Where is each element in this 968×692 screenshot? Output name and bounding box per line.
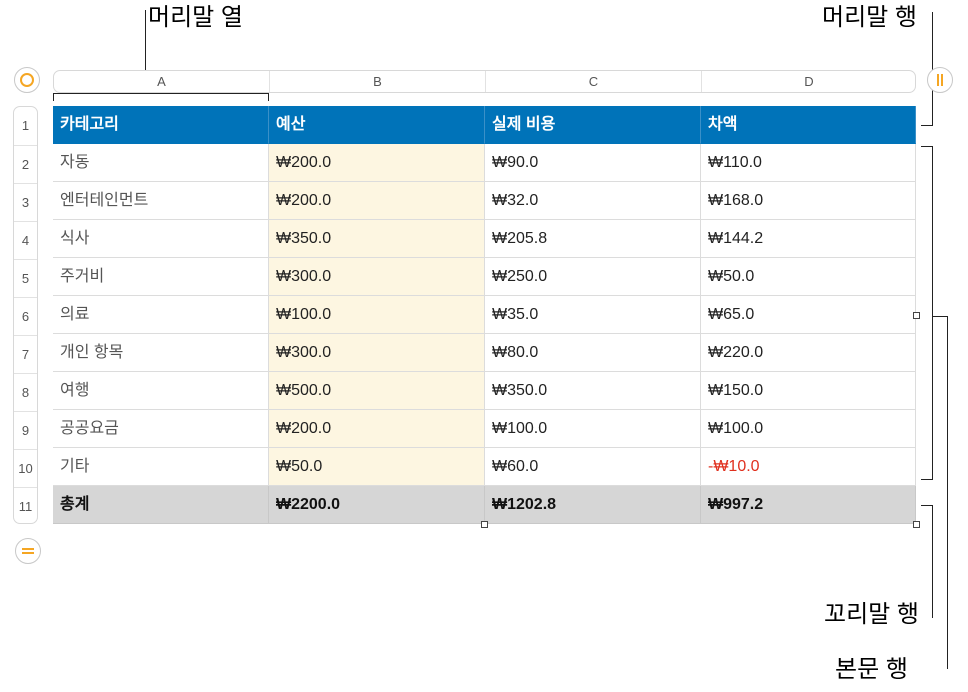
column-letter-b[interactable]: B — [269, 71, 485, 92]
row-number[interactable]: 10 — [14, 449, 37, 487]
budget-cell[interactable]: ₩300.0 — [269, 334, 485, 372]
difference-cell[interactable]: ₩100.0 — [701, 410, 916, 448]
bracket-body-bottom-tick — [921, 479, 933, 480]
footer-cell[interactable]: ₩1202.8 — [485, 486, 701, 524]
category-cell[interactable]: 식사 — [53, 220, 269, 258]
resize-handle-right[interactable] — [913, 312, 920, 319]
callout-footer-row: 꼬리말 행 — [824, 601, 919, 628]
callout-header-row: 머리말 행 — [822, 4, 917, 31]
column-header-bar: A B C D — [53, 70, 916, 93]
header-cell[interactable]: 실제 비용 — [485, 106, 701, 144]
actual-cell[interactable]: ₩80.0 — [485, 334, 701, 372]
budget-cell[interactable]: ₩300.0 — [269, 258, 485, 296]
bracket-body-rows — [932, 146, 933, 480]
budget-cell[interactable]: ₩200.0 — [269, 182, 485, 220]
bracket-tick-right — [268, 93, 269, 101]
header-cell[interactable]: 카테고리 — [53, 106, 269, 144]
category-cell[interactable]: 의료 — [53, 296, 269, 334]
row-number[interactable]: 5 — [14, 259, 37, 297]
difference-cell-negative[interactable]: -₩10.0 — [701, 448, 916, 486]
budget-cell[interactable]: ₩200.0 — [269, 410, 485, 448]
footer-cell[interactable]: ₩2200.0 — [269, 486, 485, 524]
add-row-icon — [22, 548, 34, 554]
actual-cell[interactable]: ₩90.0 — [485, 144, 701, 182]
row-number[interactable]: 11 — [14, 487, 37, 524]
header-cell[interactable]: 차액 — [701, 106, 916, 144]
row-number[interactable]: 2 — [14, 145, 37, 183]
footer-row: 총계 ₩2200.0 ₩1202.8 ₩997.2 — [53, 486, 916, 524]
table-row: 의료 ₩100.0 ₩35.0 ₩65.0 — [53, 296, 916, 334]
difference-cell[interactable]: ₩220.0 — [701, 334, 916, 372]
select-table-icon — [20, 73, 34, 87]
category-cell[interactable]: 주거비 — [53, 258, 269, 296]
budget-cell[interactable]: ₩350.0 — [269, 220, 485, 258]
difference-cell[interactable]: ₩50.0 — [701, 258, 916, 296]
category-cell[interactable]: 공공요금 — [53, 410, 269, 448]
table-row: 엔터테인먼트 ₩200.0 ₩32.0 ₩168.0 — [53, 182, 916, 220]
bracket-tick-left — [53, 93, 54, 101]
footer-cell[interactable]: ₩997.2 — [701, 486, 916, 524]
budget-cell[interactable]: ₩200.0 — [269, 144, 485, 182]
bracket-header-row-tick — [921, 125, 933, 126]
actual-cell[interactable]: ₩60.0 — [485, 448, 701, 486]
bracket-body-top-tick — [921, 146, 933, 147]
footer-cell[interactable]: 총계 — [53, 486, 269, 524]
header-cell[interactable]: 예산 — [269, 106, 485, 144]
difference-cell[interactable]: ₩65.0 — [701, 296, 916, 334]
leader-line-footer-row — [932, 505, 933, 618]
difference-cell[interactable]: ₩144.2 — [701, 220, 916, 258]
difference-cell[interactable]: ₩150.0 — [701, 372, 916, 410]
actual-cell[interactable]: ₩32.0 — [485, 182, 701, 220]
row-number[interactable]: 1 — [14, 107, 37, 145]
row-number[interactable]: 6 — [14, 297, 37, 335]
column-letter-c[interactable]: C — [485, 71, 701, 92]
table-row: 자동 ₩200.0 ₩90.0 ₩110.0 — [53, 144, 916, 182]
category-cell[interactable]: 여행 — [53, 372, 269, 410]
actual-cell[interactable]: ₩100.0 — [485, 410, 701, 448]
add-row-button[interactable] — [15, 538, 41, 564]
table-row: 공공요금 ₩200.0 ₩100.0 ₩100.0 — [53, 410, 916, 448]
bracket-header-column — [53, 93, 269, 94]
header-row: 카테고리 예산 실제 비용 차액 — [53, 106, 916, 144]
category-cell[interactable]: 자동 — [53, 144, 269, 182]
actual-cell[interactable]: ₩205.8 — [485, 220, 701, 258]
budget-cell[interactable]: ₩50.0 — [269, 448, 485, 486]
budget-cell[interactable]: ₩500.0 — [269, 372, 485, 410]
row-number[interactable]: 4 — [14, 221, 37, 259]
row-number[interactable]: 3 — [14, 183, 37, 221]
resize-handle-bottom[interactable] — [481, 521, 488, 528]
add-column-icon — [937, 74, 943, 86]
table-row: 식사 ₩350.0 ₩205.8 ₩144.2 — [53, 220, 916, 258]
row-number[interactable]: 8 — [14, 373, 37, 411]
category-cell[interactable]: 기타 — [53, 448, 269, 486]
row-header-bar: 1 2 3 4 5 6 7 8 9 10 11 — [13, 106, 38, 524]
resize-handle-corner[interactable] — [913, 521, 920, 528]
budget-cell[interactable]: ₩100.0 — [269, 296, 485, 334]
bracket-body-mid-tick — [932, 316, 948, 317]
table-row: 여행 ₩500.0 ₩350.0 ₩150.0 — [53, 372, 916, 410]
difference-cell[interactable]: ₩168.0 — [701, 182, 916, 220]
callout-header-column: 머리말 열 — [148, 4, 243, 31]
select-table-button[interactable] — [14, 67, 40, 93]
column-letter-a[interactable]: A — [54, 71, 269, 92]
table-row: 기타 ₩50.0 ₩60.0 -₩10.0 — [53, 448, 916, 486]
table-row: 개인 항목 ₩300.0 ₩80.0 ₩220.0 — [53, 334, 916, 372]
row-number[interactable]: 9 — [14, 411, 37, 449]
leader-line-body-rows — [947, 316, 948, 669]
category-cell[interactable]: 엔터테인먼트 — [53, 182, 269, 220]
actual-cell[interactable]: ₩350.0 — [485, 372, 701, 410]
callout-body-rows: 본문 행 — [835, 656, 908, 683]
difference-cell[interactable]: ₩110.0 — [701, 144, 916, 182]
add-column-button[interactable] — [927, 67, 953, 93]
category-cell[interactable]: 개인 항목 — [53, 334, 269, 372]
table-row: 주거비 ₩300.0 ₩250.0 ₩50.0 — [53, 258, 916, 296]
column-letter-d[interactable]: D — [701, 71, 916, 92]
actual-cell[interactable]: ₩250.0 — [485, 258, 701, 296]
actual-cell[interactable]: ₩35.0 — [485, 296, 701, 334]
row-number[interactable]: 7 — [14, 335, 37, 373]
